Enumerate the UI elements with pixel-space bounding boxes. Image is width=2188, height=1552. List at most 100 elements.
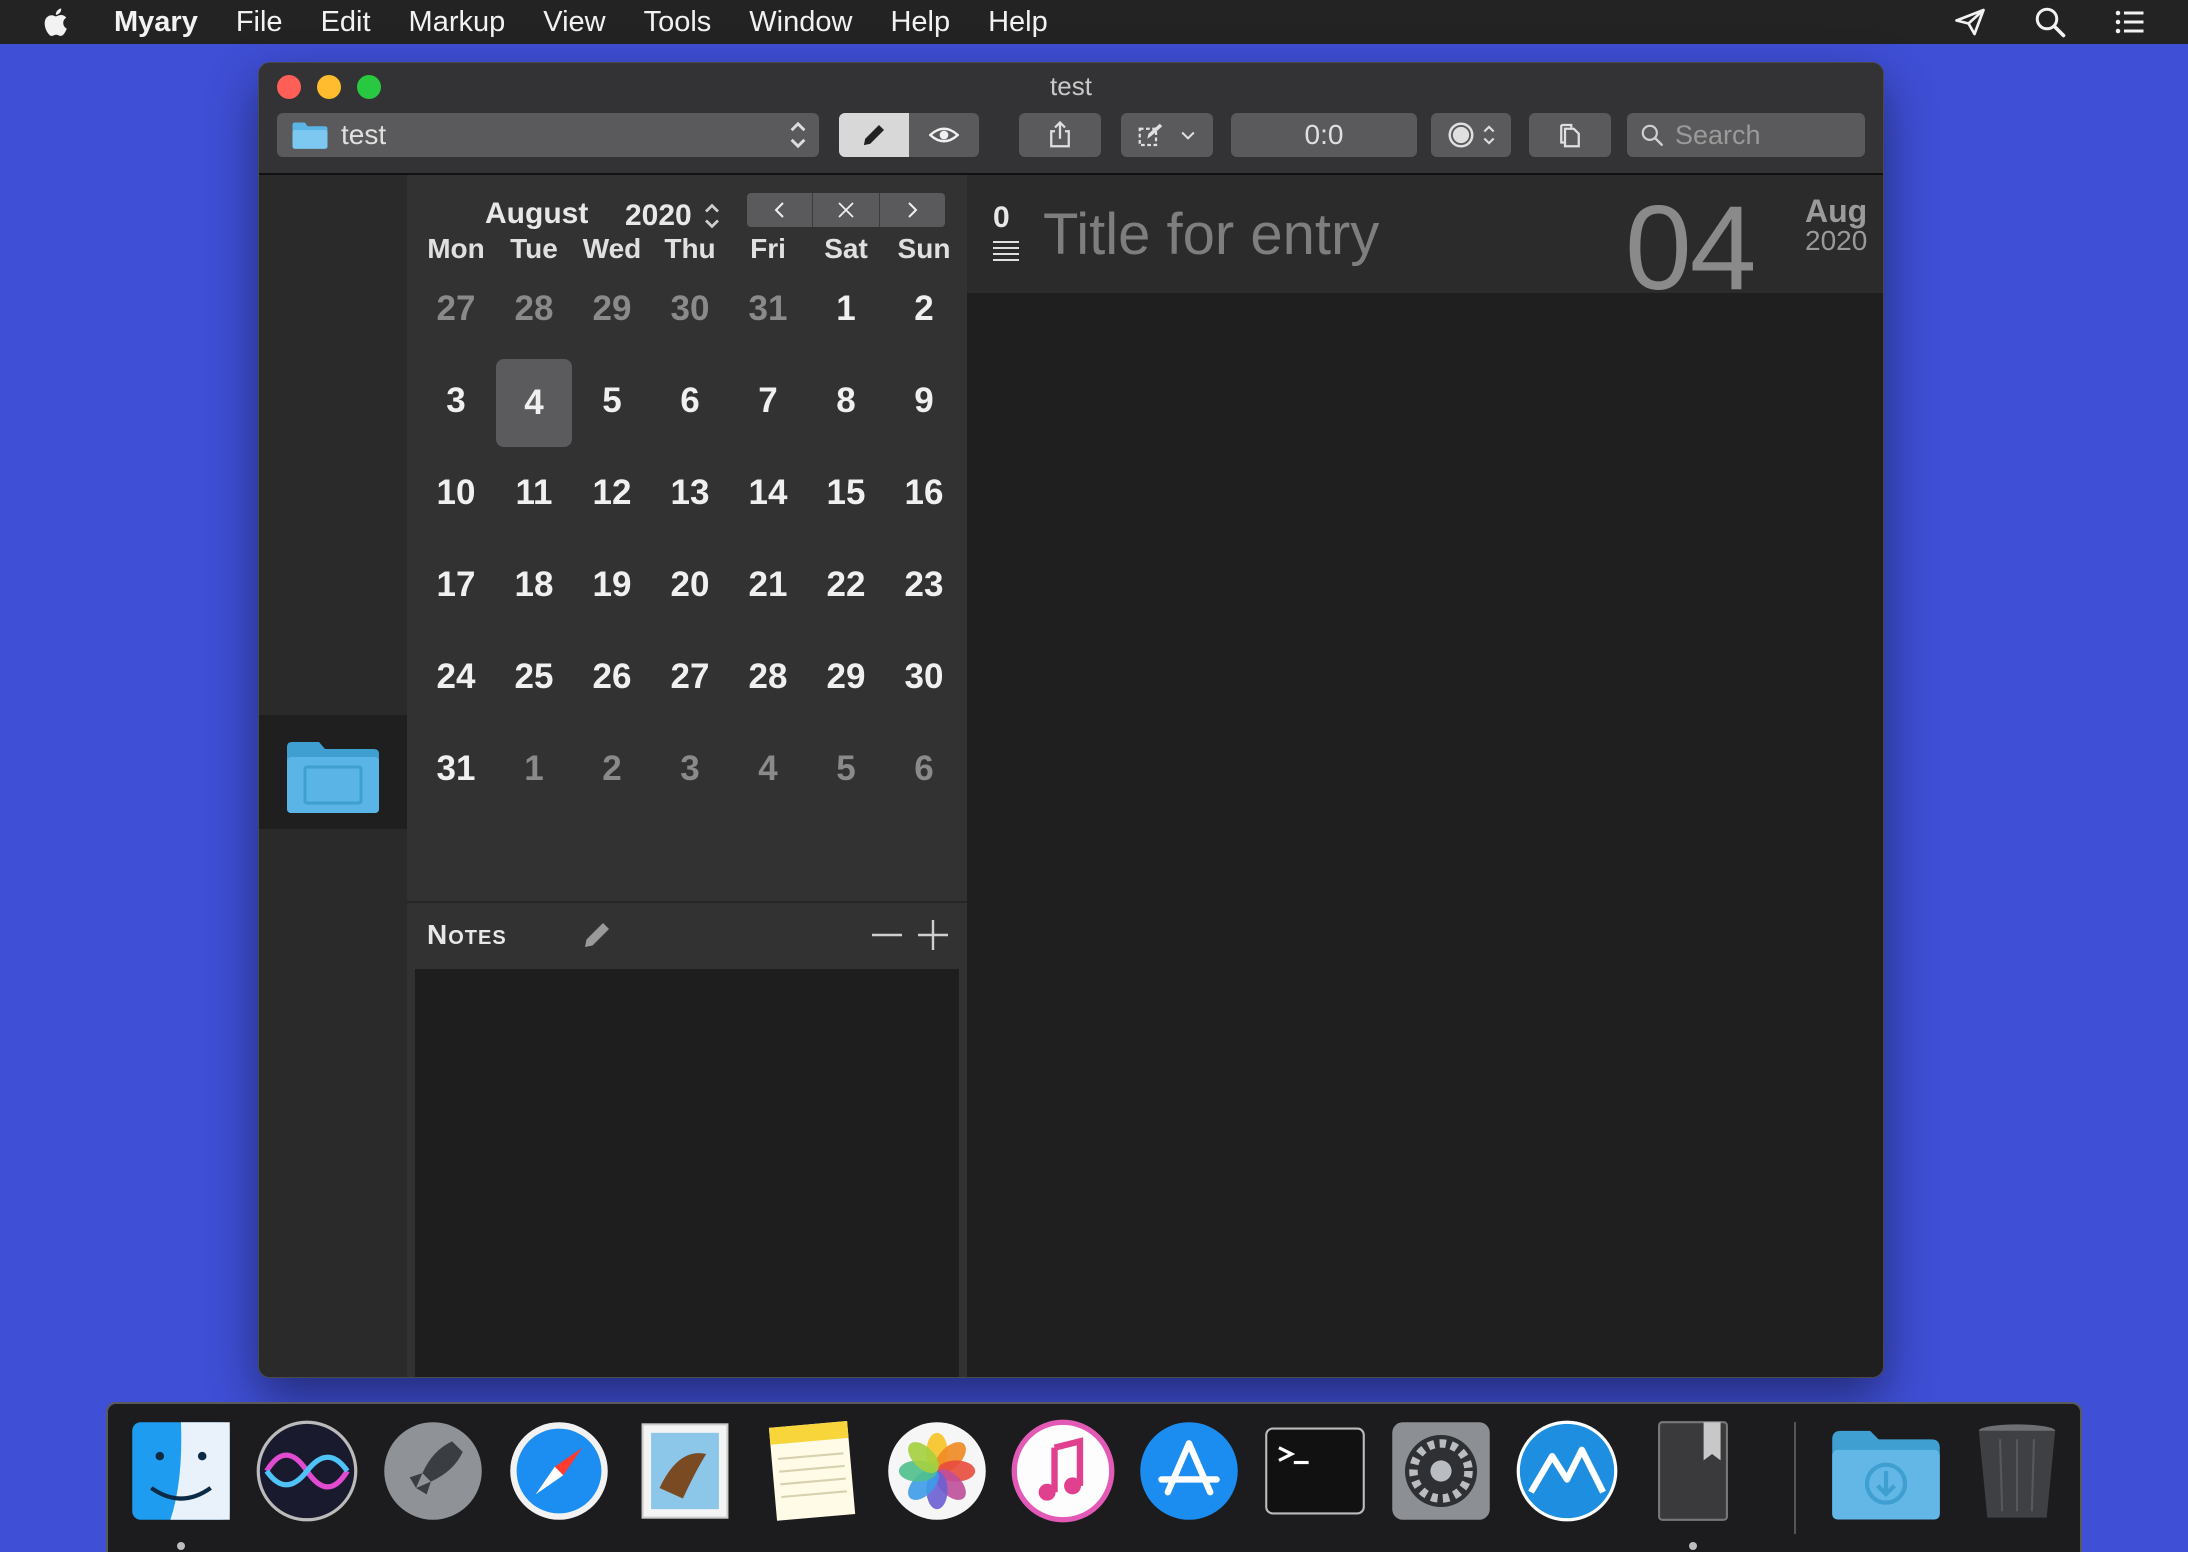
menu-edit[interactable]: Edit	[321, 6, 371, 39]
today-button[interactable]	[813, 193, 880, 227]
calendar-day[interactable]: 2	[573, 723, 651, 815]
calendar-day[interactable]: 24	[417, 631, 495, 723]
share-button[interactable]	[1019, 113, 1101, 157]
calendar-day[interactable]: 22	[807, 539, 885, 631]
calendar-day[interactable]: 31	[417, 723, 495, 815]
calendar-day[interactable]: 16	[885, 447, 963, 539]
myary-icon[interactable]	[1514, 1418, 1620, 1524]
journal-running-dot	[1689, 1542, 1697, 1550]
lines-icon[interactable]	[991, 237, 1021, 263]
mail-icon[interactable]	[632, 1418, 738, 1524]
search-field[interactable]	[1627, 113, 1865, 157]
calendar-day[interactable]: 25	[495, 631, 573, 723]
calendar-day[interactable]: 29	[573, 263, 651, 355]
spotlight-search-icon[interactable]	[2032, 4, 2068, 40]
calendar-day[interactable]: 27	[417, 263, 495, 355]
journal-folder-icon[interactable]	[285, 739, 381, 815]
calendar-day[interactable]: 10	[417, 447, 495, 539]
photos-icon[interactable]	[884, 1418, 990, 1524]
add-note-icon[interactable]	[915, 917, 951, 953]
calendar-grid: 27 28 29 30 31 1 2 3 4 5 6 7 8 9 10 11 12 13 14 15 16 17 18 19 2…	[417, 263, 961, 815]
calendar-day[interactable]: 28	[729, 631, 807, 723]
calendar-day[interactable]: 15	[807, 447, 885, 539]
calendar-day[interactable]: 12	[573, 447, 651, 539]
calendar-panel: August 2020 Mon Tue Wed Thu Fri Sat Sun 27 28 29…	[407, 175, 967, 1377]
calendar-day[interactable]: 9	[885, 355, 963, 447]
weekday-label: Sun	[897, 233, 951, 264]
remove-note-icon[interactable]	[869, 917, 905, 953]
calendar-day[interactable]: 26	[573, 631, 651, 723]
notes-icon[interactable]	[758, 1418, 864, 1524]
calendar-day[interactable]: 7	[729, 355, 807, 447]
dock-separator	[1794, 1422, 1796, 1534]
calendar-day[interactable]: 1	[495, 723, 573, 815]
terminal-icon[interactable]	[1262, 1418, 1368, 1524]
downloads-folder-icon[interactable]	[1828, 1418, 1944, 1524]
menu-tools[interactable]: Tools	[644, 6, 712, 39]
calendar-day[interactable]: 3	[651, 723, 729, 815]
preview-mode-button[interactable]	[909, 113, 979, 157]
calendar-day[interactable]: 1	[807, 263, 885, 355]
apple-icon[interactable]	[40, 5, 74, 39]
trash-icon[interactable]	[1964, 1418, 2070, 1524]
menu-markup[interactable]: Markup	[409, 6, 506, 39]
entry-title-field[interactable]: Title for entry	[1043, 201, 1379, 268]
calendar-day[interactable]: 14	[729, 447, 807, 539]
notes-list[interactable]	[415, 969, 959, 1377]
menu-help[interactable]: Help	[890, 6, 950, 39]
calendar-day[interactable]: 3	[417, 355, 495, 447]
calendar-day-selected[interactable]: 4	[496, 359, 572, 447]
finder-icon[interactable]	[128, 1418, 234, 1524]
system-preferences-icon[interactable]	[1388, 1418, 1494, 1524]
calendar-day[interactable]: 30	[885, 631, 963, 723]
calendar-day[interactable]: 19	[573, 539, 651, 631]
calendar-day[interactable]: 5	[573, 355, 651, 447]
send-icon[interactable]	[1952, 4, 1988, 40]
launchpad-icon[interactable]	[380, 1418, 486, 1524]
calendar-day[interactable]: 8	[807, 355, 885, 447]
calendar-day[interactable]: 28	[495, 263, 573, 355]
timer-display[interactable]: 0:0	[1231, 113, 1417, 157]
next-month-button[interactable]	[880, 193, 945, 227]
edit-note-icon[interactable]	[579, 917, 615, 953]
calendar-day[interactable]: 27	[651, 631, 729, 723]
calendar-day[interactable]: 2	[885, 263, 963, 355]
calendar-day[interactable]: 17	[417, 539, 495, 631]
calendar-day[interactable]: 6	[651, 355, 729, 447]
calendar-day[interactable]: 23	[885, 539, 963, 631]
calendar-day[interactable]: 30	[651, 263, 729, 355]
music-icon[interactable]	[1010, 1418, 1116, 1524]
record-selector[interactable]	[1431, 113, 1511, 157]
calendar-month[interactable]: August	[485, 197, 588, 231]
calendar-day[interactable]: 13	[651, 447, 729, 539]
menu-view[interactable]: View	[543, 6, 605, 39]
menu-app-name[interactable]: Myary	[114, 6, 198, 39]
calendar-day[interactable]: 18	[495, 539, 573, 631]
app-store-icon[interactable]	[1136, 1418, 1242, 1524]
search-input[interactable]	[1675, 119, 1855, 151]
previous-month-button[interactable]	[747, 193, 814, 227]
edit-mode-button[interactable]	[839, 113, 909, 157]
calendar-day[interactable]: 6	[885, 723, 963, 815]
calendar-day[interactable]: 29	[807, 631, 885, 723]
copy-button[interactable]	[1529, 113, 1611, 157]
menu-file[interactable]: File	[236, 6, 283, 39]
year-stepper-icon[interactable]	[703, 201, 721, 231]
siri-icon[interactable]	[254, 1418, 360, 1524]
folder-selector[interactable]: test	[277, 113, 819, 157]
menu-help-2[interactable]: Help	[988, 6, 1048, 39]
journal-icon[interactable]	[1640, 1418, 1746, 1524]
window-title: test	[1050, 71, 1092, 101]
calendar-day[interactable]: 5	[807, 723, 885, 815]
calendar-day[interactable]: 21	[729, 539, 807, 631]
markup-dropdown[interactable]	[1121, 113, 1213, 157]
safari-icon[interactable]	[506, 1418, 612, 1524]
notification-center-icon[interactable]	[2112, 4, 2148, 40]
calendar-day[interactable]: 20	[651, 539, 729, 631]
menu-window[interactable]: Window	[749, 6, 852, 39]
entry-editor[interactable]	[967, 293, 1883, 1377]
calendar-day[interactable]: 31	[729, 263, 807, 355]
calendar-year[interactable]: 2020	[625, 199, 692, 233]
calendar-day[interactable]: 4	[729, 723, 807, 815]
calendar-day[interactable]: 11	[495, 447, 573, 539]
